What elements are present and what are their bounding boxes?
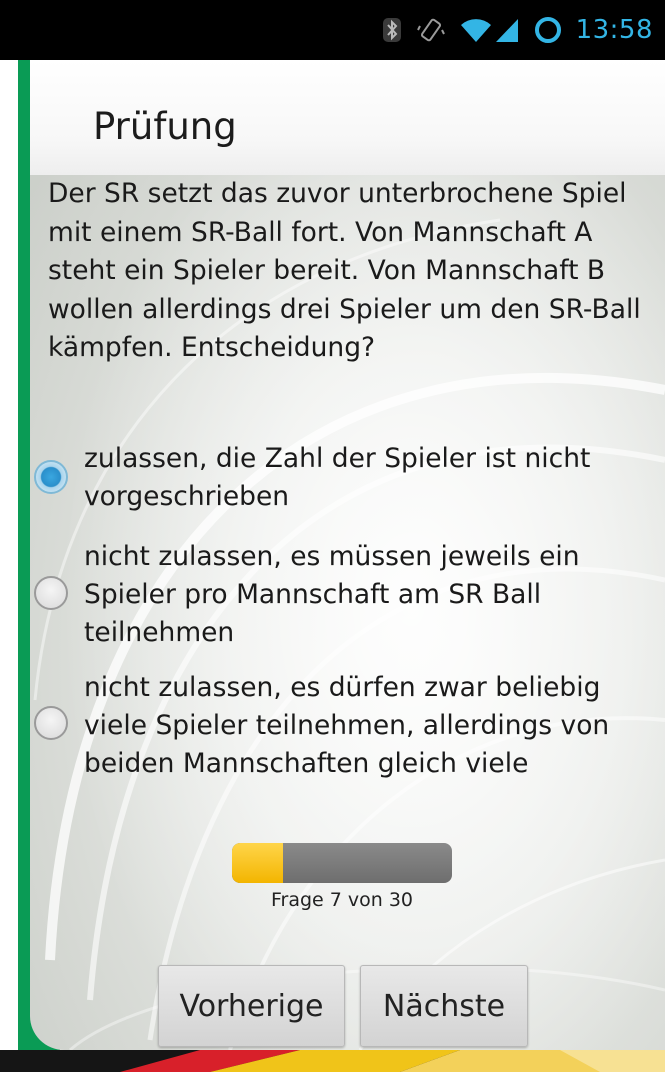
battery-icon (534, 16, 562, 44)
vibrate-icon (416, 16, 446, 44)
progress-label: Frage 7 von 30 (270, 889, 414, 911)
previous-button[interactable]: Vorherige (158, 965, 345, 1047)
status-bar: 13:58 (0, 0, 665, 60)
answer-option-label: zulassen, die Zahl der Spieler ist nicht… (84, 443, 591, 512)
wifi-icon (460, 17, 492, 43)
radio-button[interactable] (34, 706, 68, 740)
bluetooth-icon (382, 17, 402, 43)
answer-option-label: nicht zulassen, es müssen jeweils ein Sp… (84, 541, 580, 648)
signal-icon (494, 17, 520, 43)
progress-bar-fill (232, 843, 284, 883)
answer-option-label: nicht zulassen, es dürfen zwar beliebig … (84, 672, 610, 779)
clock: 13:58 (575, 15, 653, 45)
flag-stripe-decoration (0, 1050, 665, 1072)
page-title: Prüfung (93, 105, 237, 148)
radio-button[interactable] (34, 576, 68, 610)
app-screen: Prüfung Der SR setzt das zuvor unterbroc… (0, 60, 665, 1050)
progress-bar (232, 843, 452, 883)
radio-button-selected[interactable] (34, 460, 68, 494)
question-text: Der SR setzt das zuvor unterbrochene Spi… (48, 178, 641, 363)
next-button[interactable]: Nächste (360, 965, 528, 1047)
